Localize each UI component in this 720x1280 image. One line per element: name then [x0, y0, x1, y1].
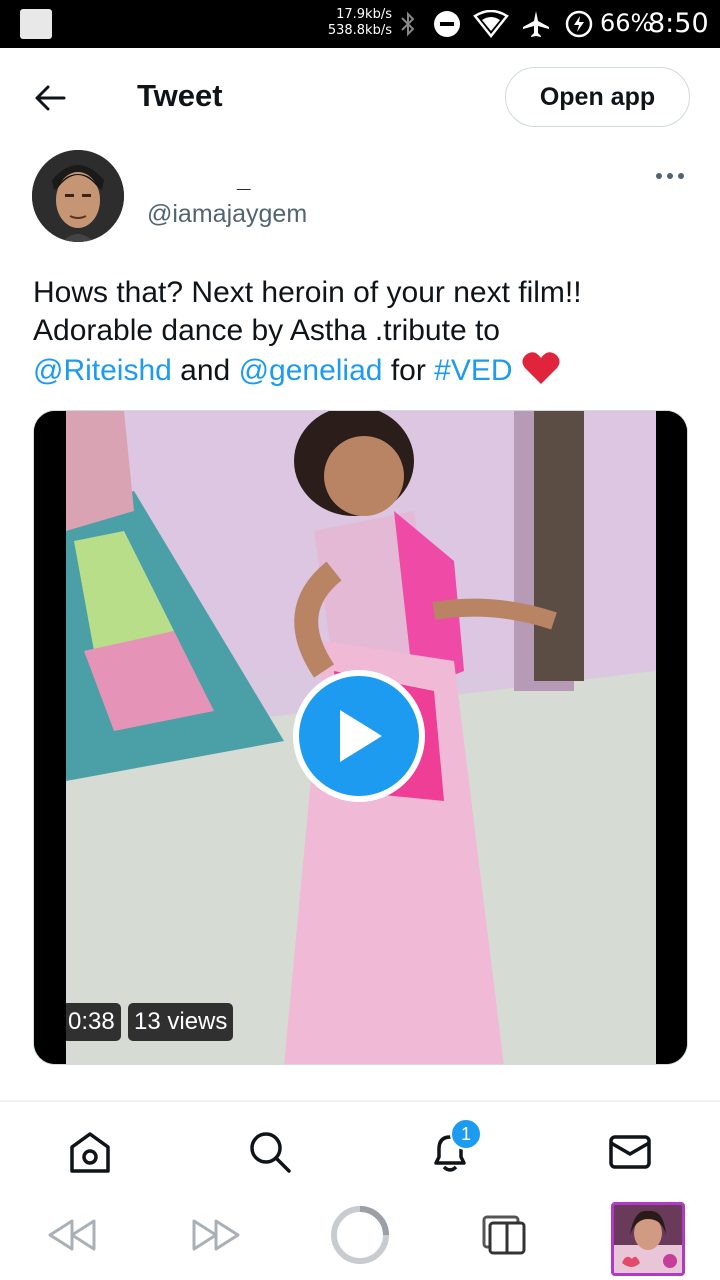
search-icon: [250, 1132, 291, 1173]
open-app-button[interactable]: Open app: [505, 67, 690, 127]
dnd-icon: [430, 8, 464, 40]
airplane-icon: [519, 8, 553, 40]
clock: 8:50: [648, 8, 709, 39]
upload-speed: 17.9kb/s: [336, 7, 392, 22]
header: Tweet Open app: [0, 48, 720, 148]
heart-emoji-icon: [521, 350, 561, 396]
tweet-text: Hows that? Next heroin of your next film…: [33, 274, 693, 396]
battery-level: 66%: [600, 9, 654, 37]
more-icon: [656, 173, 684, 179]
tab-home[interactable]: [60, 1124, 120, 1180]
wifi-icon: [472, 8, 510, 40]
tweet-for: for: [382, 354, 435, 387]
video-views: 13 views: [128, 1003, 234, 1041]
loading-indicator: [328, 1205, 392, 1265]
divider: [0, 1100, 720, 1102]
browser-tabs-button[interactable]: [478, 1205, 530, 1265]
download-speed: 538.8kb/s: [327, 23, 392, 38]
network-speed: 17.9kb/s 538.8kb/s: [322, 7, 392, 39]
profile-avatar[interactable]: [611, 1202, 685, 1276]
rewind-icon: [48, 1219, 96, 1251]
tab-search[interactable]: [240, 1124, 300, 1180]
messages-icon: [609, 1135, 651, 1169]
play-icon: [340, 710, 382, 762]
battery-saver-icon: [562, 8, 596, 40]
notification-icon: [20, 9, 52, 39]
loading-icon: [331, 1206, 389, 1264]
avatar[interactable]: [32, 150, 124, 242]
tweet-line-3: @Riteishd and @geneliad for #VED: [33, 350, 693, 396]
tweet-line-2: Adorable dance by Astha .tribute to: [33, 314, 500, 347]
tweet-line-1: Hows that? Next heroin of your next film…: [33, 276, 582, 309]
author-handle[interactable]: @iamajaygem: [147, 200, 307, 229]
tabs-icon: [482, 1215, 526, 1255]
browser-forward-button[interactable]: [188, 1205, 244, 1265]
page-title: Tweet: [137, 78, 223, 113]
status-bar: 17.9kb/s 538.8kb/s 66% 8:50: [0, 0, 720, 48]
profile-image: [614, 1205, 682, 1273]
fast-forward-icon: [192, 1219, 240, 1251]
mention-riteishd[interactable]: @Riteishd: [33, 354, 172, 387]
hashtag-ved[interactable]: #VED: [434, 354, 512, 387]
notification-badge: 1: [450, 1118, 482, 1150]
arrow-left-icon: [35, 85, 66, 111]
browser-back-button[interactable]: [44, 1205, 100, 1265]
tweet-and: and: [171, 354, 239, 387]
play-button[interactable]: [293, 670, 425, 802]
video-duration: 0:38: [62, 1003, 121, 1041]
mention-geneliad[interactable]: @geneliad: [239, 354, 383, 387]
bluetooth-icon: [396, 8, 420, 40]
tab-messages[interactable]: [600, 1124, 660, 1180]
author-display-name[interactable]: _: [237, 166, 250, 194]
home-icon: [70, 1132, 110, 1173]
back-button[interactable]: [30, 78, 70, 118]
more-options-button[interactable]: [650, 162, 690, 190]
